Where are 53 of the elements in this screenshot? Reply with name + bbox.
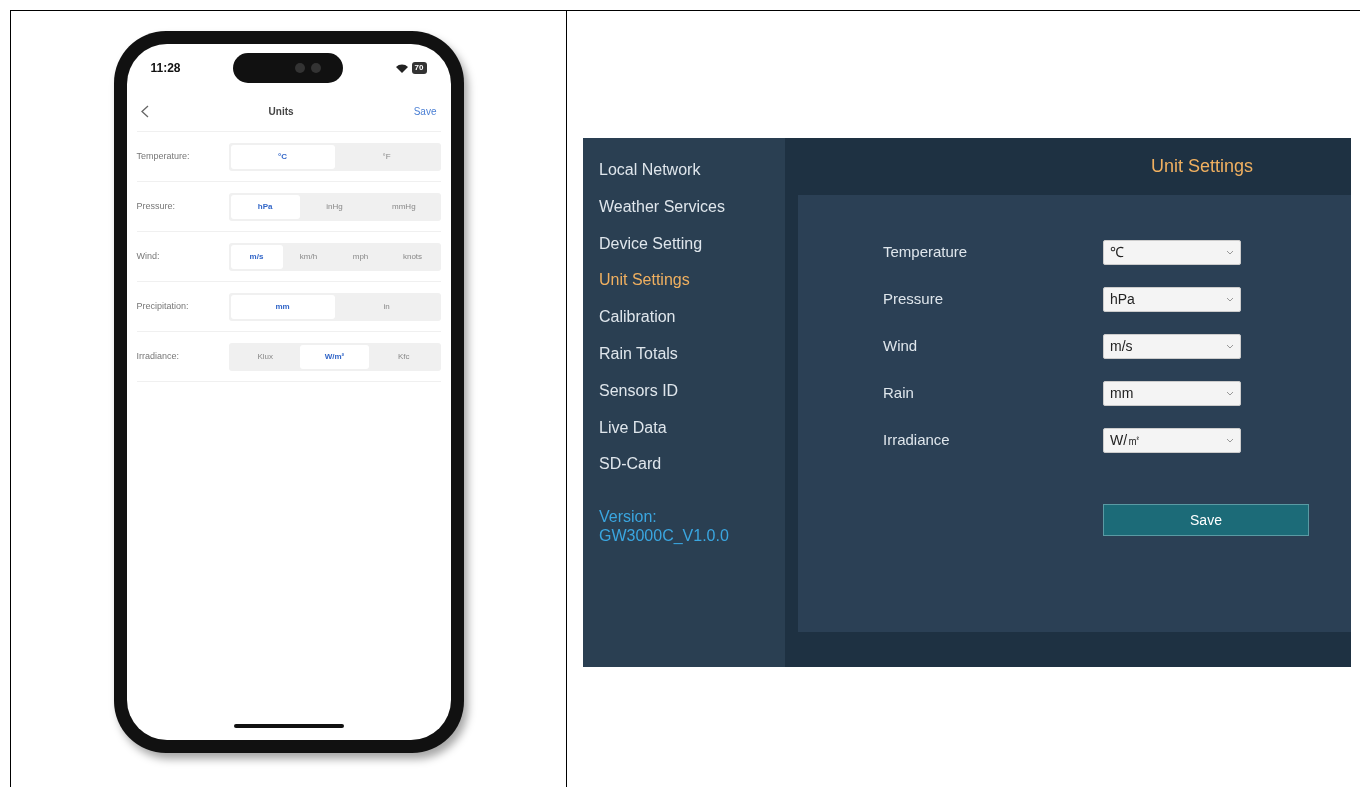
sidebar-item[interactable]: Weather Services bbox=[599, 188, 769, 226]
unit-option[interactable]: in bbox=[334, 294, 439, 319]
version-number: GW3000C_V1.0.0 bbox=[599, 526, 730, 546]
unit-option[interactable]: mm bbox=[230, 294, 335, 319]
unit-option[interactable]: knots bbox=[386, 244, 439, 269]
field-label: Temperature bbox=[883, 242, 969, 263]
caret-icon bbox=[1226, 391, 1234, 396]
setting-label: Wind: bbox=[136, 249, 161, 263]
save-link[interactable]: Save bbox=[413, 104, 437, 119]
unit-option[interactable]: inHg bbox=[299, 194, 370, 219]
unit-option[interactable]: mmHg bbox=[369, 194, 439, 219]
caret-icon bbox=[1226, 250, 1234, 255]
screen-title: Units bbox=[268, 105, 294, 119]
field-label: Rain bbox=[883, 383, 915, 404]
setting-label: Precipitation: bbox=[136, 299, 190, 313]
unit-dropdown[interactable]: W/㎡ bbox=[1103, 428, 1241, 453]
setting-label: Pressure: bbox=[136, 199, 176, 213]
field-label: Irradiance bbox=[883, 430, 951, 451]
sidebar-item[interactable]: Unit Settings bbox=[599, 262, 769, 300]
save-button[interactable]: Save bbox=[1103, 504, 1309, 536]
caret-icon bbox=[1226, 344, 1234, 349]
field-label: Wind bbox=[883, 336, 919, 357]
unit-option[interactable]: Kfc bbox=[369, 344, 439, 369]
battery-level: 70 bbox=[411, 62, 427, 74]
sidebar-item[interactable]: Calibration bbox=[599, 299, 769, 336]
page-title: Unit Settings bbox=[1150, 155, 1253, 178]
unit-option[interactable]: m/s bbox=[230, 244, 283, 269]
unit-option[interactable]: W/m² bbox=[299, 344, 370, 369]
sidebar-item[interactable]: Local Network bbox=[599, 152, 769, 189]
back-icon[interactable] bbox=[140, 105, 149, 118]
unit-dropdown[interactable]: hPa bbox=[1103, 287, 1241, 312]
unit-dropdown[interactable]: m/s bbox=[1103, 334, 1241, 359]
sidebar-item[interactable]: Rain Totals bbox=[599, 336, 769, 373]
version-label: Version: bbox=[599, 507, 658, 527]
sidebar-item[interactable]: Sensors ID bbox=[599, 372, 769, 410]
unit-option[interactable]: mph bbox=[334, 244, 387, 269]
sidebar-item[interactable]: Live Data bbox=[599, 409, 769, 447]
wifi-icon bbox=[395, 63, 408, 73]
status-time: 11:28 bbox=[150, 60, 181, 77]
unit-option[interactable]: °C bbox=[230, 144, 335, 169]
caret-icon bbox=[1226, 438, 1234, 443]
unit-dropdown[interactable]: ℃ bbox=[1103, 240, 1241, 265]
unit-option[interactable]: °F bbox=[334, 144, 439, 169]
sidebar-item[interactable]: Device Setting bbox=[599, 225, 769, 263]
setting-label: Temperature: bbox=[136, 149, 191, 163]
unit-dropdown[interactable]: mm bbox=[1103, 381, 1241, 406]
field-label: Pressure bbox=[883, 289, 945, 310]
unit-option[interactable]: km/h bbox=[282, 244, 335, 269]
setting-label: Irradiance: bbox=[136, 349, 181, 363]
caret-icon bbox=[1226, 297, 1234, 302]
unit-option[interactable]: Klux bbox=[230, 344, 300, 369]
unit-option[interactable]: hPa bbox=[230, 194, 300, 219]
sidebar-item[interactable]: SD-Card bbox=[599, 446, 769, 484]
